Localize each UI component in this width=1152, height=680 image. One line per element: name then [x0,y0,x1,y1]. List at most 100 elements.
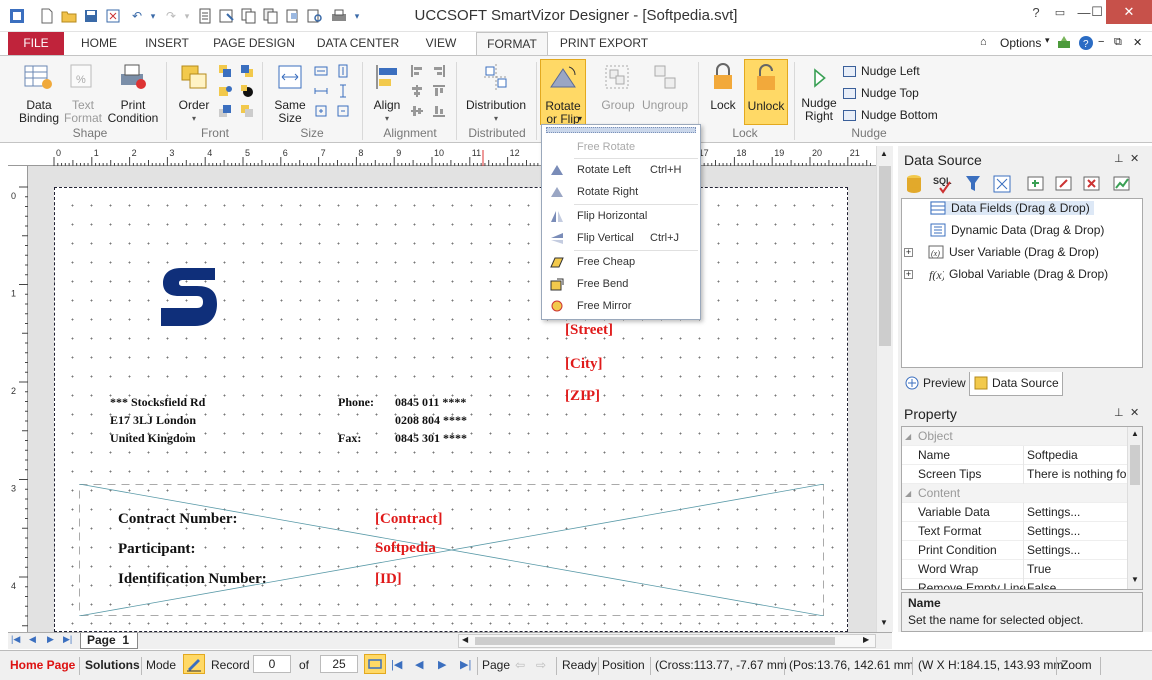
id-field[interactable]: [ID] [375,571,402,588]
nudge-right-button[interactable]: Nudge Right [798,66,840,123]
home-page-link[interactable]: Home Page [10,656,75,674]
tab-preview[interactable]: Preview [901,372,969,396]
align-top-icon[interactable] [432,84,446,98]
menu-free-cheap[interactable]: Free Cheap [542,252,700,272]
collapse-icon[interactable]: ◢ [905,484,911,503]
tree-item-dynamic-data[interactable]: Dynamic Data (Drag & Drop) [930,223,1104,237]
city-field[interactable]: [City] [565,356,603,373]
contract-label[interactable]: Contract Number: [118,511,238,528]
softpedia-logo[interactable] [159,264,217,330]
menu-free-mirror[interactable]: Free Mirror [542,296,700,316]
tab-home[interactable]: HOME [70,32,128,55]
add-field-icon[interactable] [1026,174,1046,194]
print-condition-button[interactable]: Print Condition [106,62,160,125]
property-category[interactable]: ◢ Content [902,484,1129,503]
data-source-pin-icon[interactable]: ⊥ [1114,152,1124,165]
align-button[interactable]: Align ▾ [368,62,406,125]
property-scroll-up-icon[interactable]: ▲ [1131,429,1139,438]
property-pin-icon[interactable]: ⊥ [1114,406,1124,419]
align-center-icon[interactable] [410,84,424,98]
size-fit-width-icon[interactable] [314,84,328,98]
bring-front-icon[interactable] [218,64,232,78]
scroll-left-icon[interactable]: ◀ [462,635,468,644]
edit-field-icon[interactable] [1054,174,1074,194]
backward-icon[interactable] [240,84,254,98]
property-scrollbar[interactable]: ▲ ▼ [1127,427,1142,589]
property-value[interactable]: False [1027,579,1129,589]
style-icon[interactable] [1056,35,1072,52]
property-row[interactable]: Remove Empty Line False [902,579,1129,589]
fax-number[interactable]: 0845 301 **** [395,431,467,446]
property-value[interactable]: True [1027,560,1129,579]
menu-flip-horizontal[interactable]: Flip Horizontal [542,206,700,226]
sort-icon[interactable] [992,174,1012,194]
next-page-icon[interactable]: ▶ [47,634,54,645]
print-preview-icon[interactable] [306,7,324,25]
menu-rotate-left[interactable]: Rotate Left Ctrl+H [542,160,700,180]
close-doc-icon[interactable] [104,7,122,25]
rotate-flip-dropdown-icon[interactable]: ▾ [578,114,582,123]
duplicate-icon[interactable] [284,7,302,25]
first-record-icon[interactable]: |◀ [391,656,402,674]
last-page-icon[interactable]: ▶| [63,634,72,645]
property-row[interactable]: Word Wrap True [902,560,1129,579]
property-category[interactable]: ◢ Object [902,427,1129,446]
tab-data-center[interactable]: DATA CENTER [312,32,404,55]
property-row[interactable]: Text Format Settings... [902,522,1129,541]
paste-icon[interactable] [262,7,280,25]
tab-page-design[interactable]: PAGE DESIGN [208,32,300,55]
same-width-icon[interactable] [314,64,328,78]
align-right-icon[interactable] [432,64,446,78]
scroll-thumb[interactable] [879,166,891,346]
participant-label[interactable]: Participant: [118,541,195,558]
prev-record-icon[interactable]: ◀ [415,656,423,674]
page-setup-icon[interactable] [196,7,214,25]
new-icon[interactable] [38,7,56,25]
menu-rotate-right[interactable]: Rotate Right [542,182,700,202]
options-dropdown-icon[interactable]: ▾ [1045,35,1050,46]
next-record-icon[interactable]: ▶ [438,656,446,674]
size-fit-height-icon[interactable] [336,84,350,98]
designer-icon[interactable] [218,7,236,25]
shrink-icon[interactable] [336,104,350,118]
unlock-button[interactable]: Unlock [744,59,788,125]
tab-insert[interactable]: INSERT [138,32,196,55]
address-line-2[interactable]: E17 3LJ London [110,413,196,428]
contract-field[interactable]: [Contract] [375,511,442,528]
phone-label[interactable]: Phone: [338,395,374,410]
tree-item-data-fields[interactable]: Data Fields (Drag & Drop) [930,201,1094,215]
property-value[interactable]: There is nothing fo [1027,465,1129,484]
align-bottom-icon[interactable] [432,104,446,118]
tab-view[interactable]: VIEW [416,32,466,55]
menu-grip[interactable] [546,127,696,133]
property-row[interactable]: Variable Data Settings... [902,503,1129,522]
address-line-3[interactable]: United Kingdom [110,431,196,446]
property-row[interactable]: Name Softpedia [902,446,1129,465]
close-doc-button[interactable]: ✕ [1133,36,1142,49]
menu-free-bend[interactable]: Free Bend [542,274,700,294]
property-row[interactable]: Print Condition Settings... [902,541,1129,560]
maximize-button[interactable]: ☐ [1088,0,1106,24]
address-line-1[interactable]: *** Stocksfield Rd [110,395,205,410]
align-left-icon[interactable] [410,64,424,78]
same-height-icon[interactable] [336,64,350,78]
participant-field[interactable]: Softpedia [375,540,436,557]
options-menu-icon[interactable]: ⌂ [980,36,987,48]
solutions-link[interactable]: Solutions [85,656,140,674]
back-layer-icon[interactable] [240,104,254,118]
nudge-bottom-button[interactable]: Nudge Bottom [843,108,938,122]
canvas-vertical-scrollbar[interactable]: ▲ ▼ [876,146,893,632]
database-icon[interactable] [904,174,924,194]
nudge-top-button[interactable]: Nudge Top [843,86,919,100]
distribution-button[interactable]: Distribution ▾ [462,62,530,125]
property-scroll-thumb[interactable] [1130,445,1140,485]
data-source-close-icon[interactable]: ✕ [1130,152,1139,165]
scroll-up-icon[interactable]: ▲ [880,149,888,158]
tree-item-user-variable[interactable]: + (x) User Variable (Drag & Drop) [904,245,1099,259]
send-back-icon[interactable] [240,64,254,78]
page-tab[interactable]: Page 1 [80,633,138,649]
sql-icon[interactable]: SQL [932,174,956,194]
property-value[interactable]: Settings... [1027,522,1129,541]
tab-print-export[interactable]: PRINT EXPORT [558,32,650,55]
street-field[interactable]: [Street] [565,322,613,339]
